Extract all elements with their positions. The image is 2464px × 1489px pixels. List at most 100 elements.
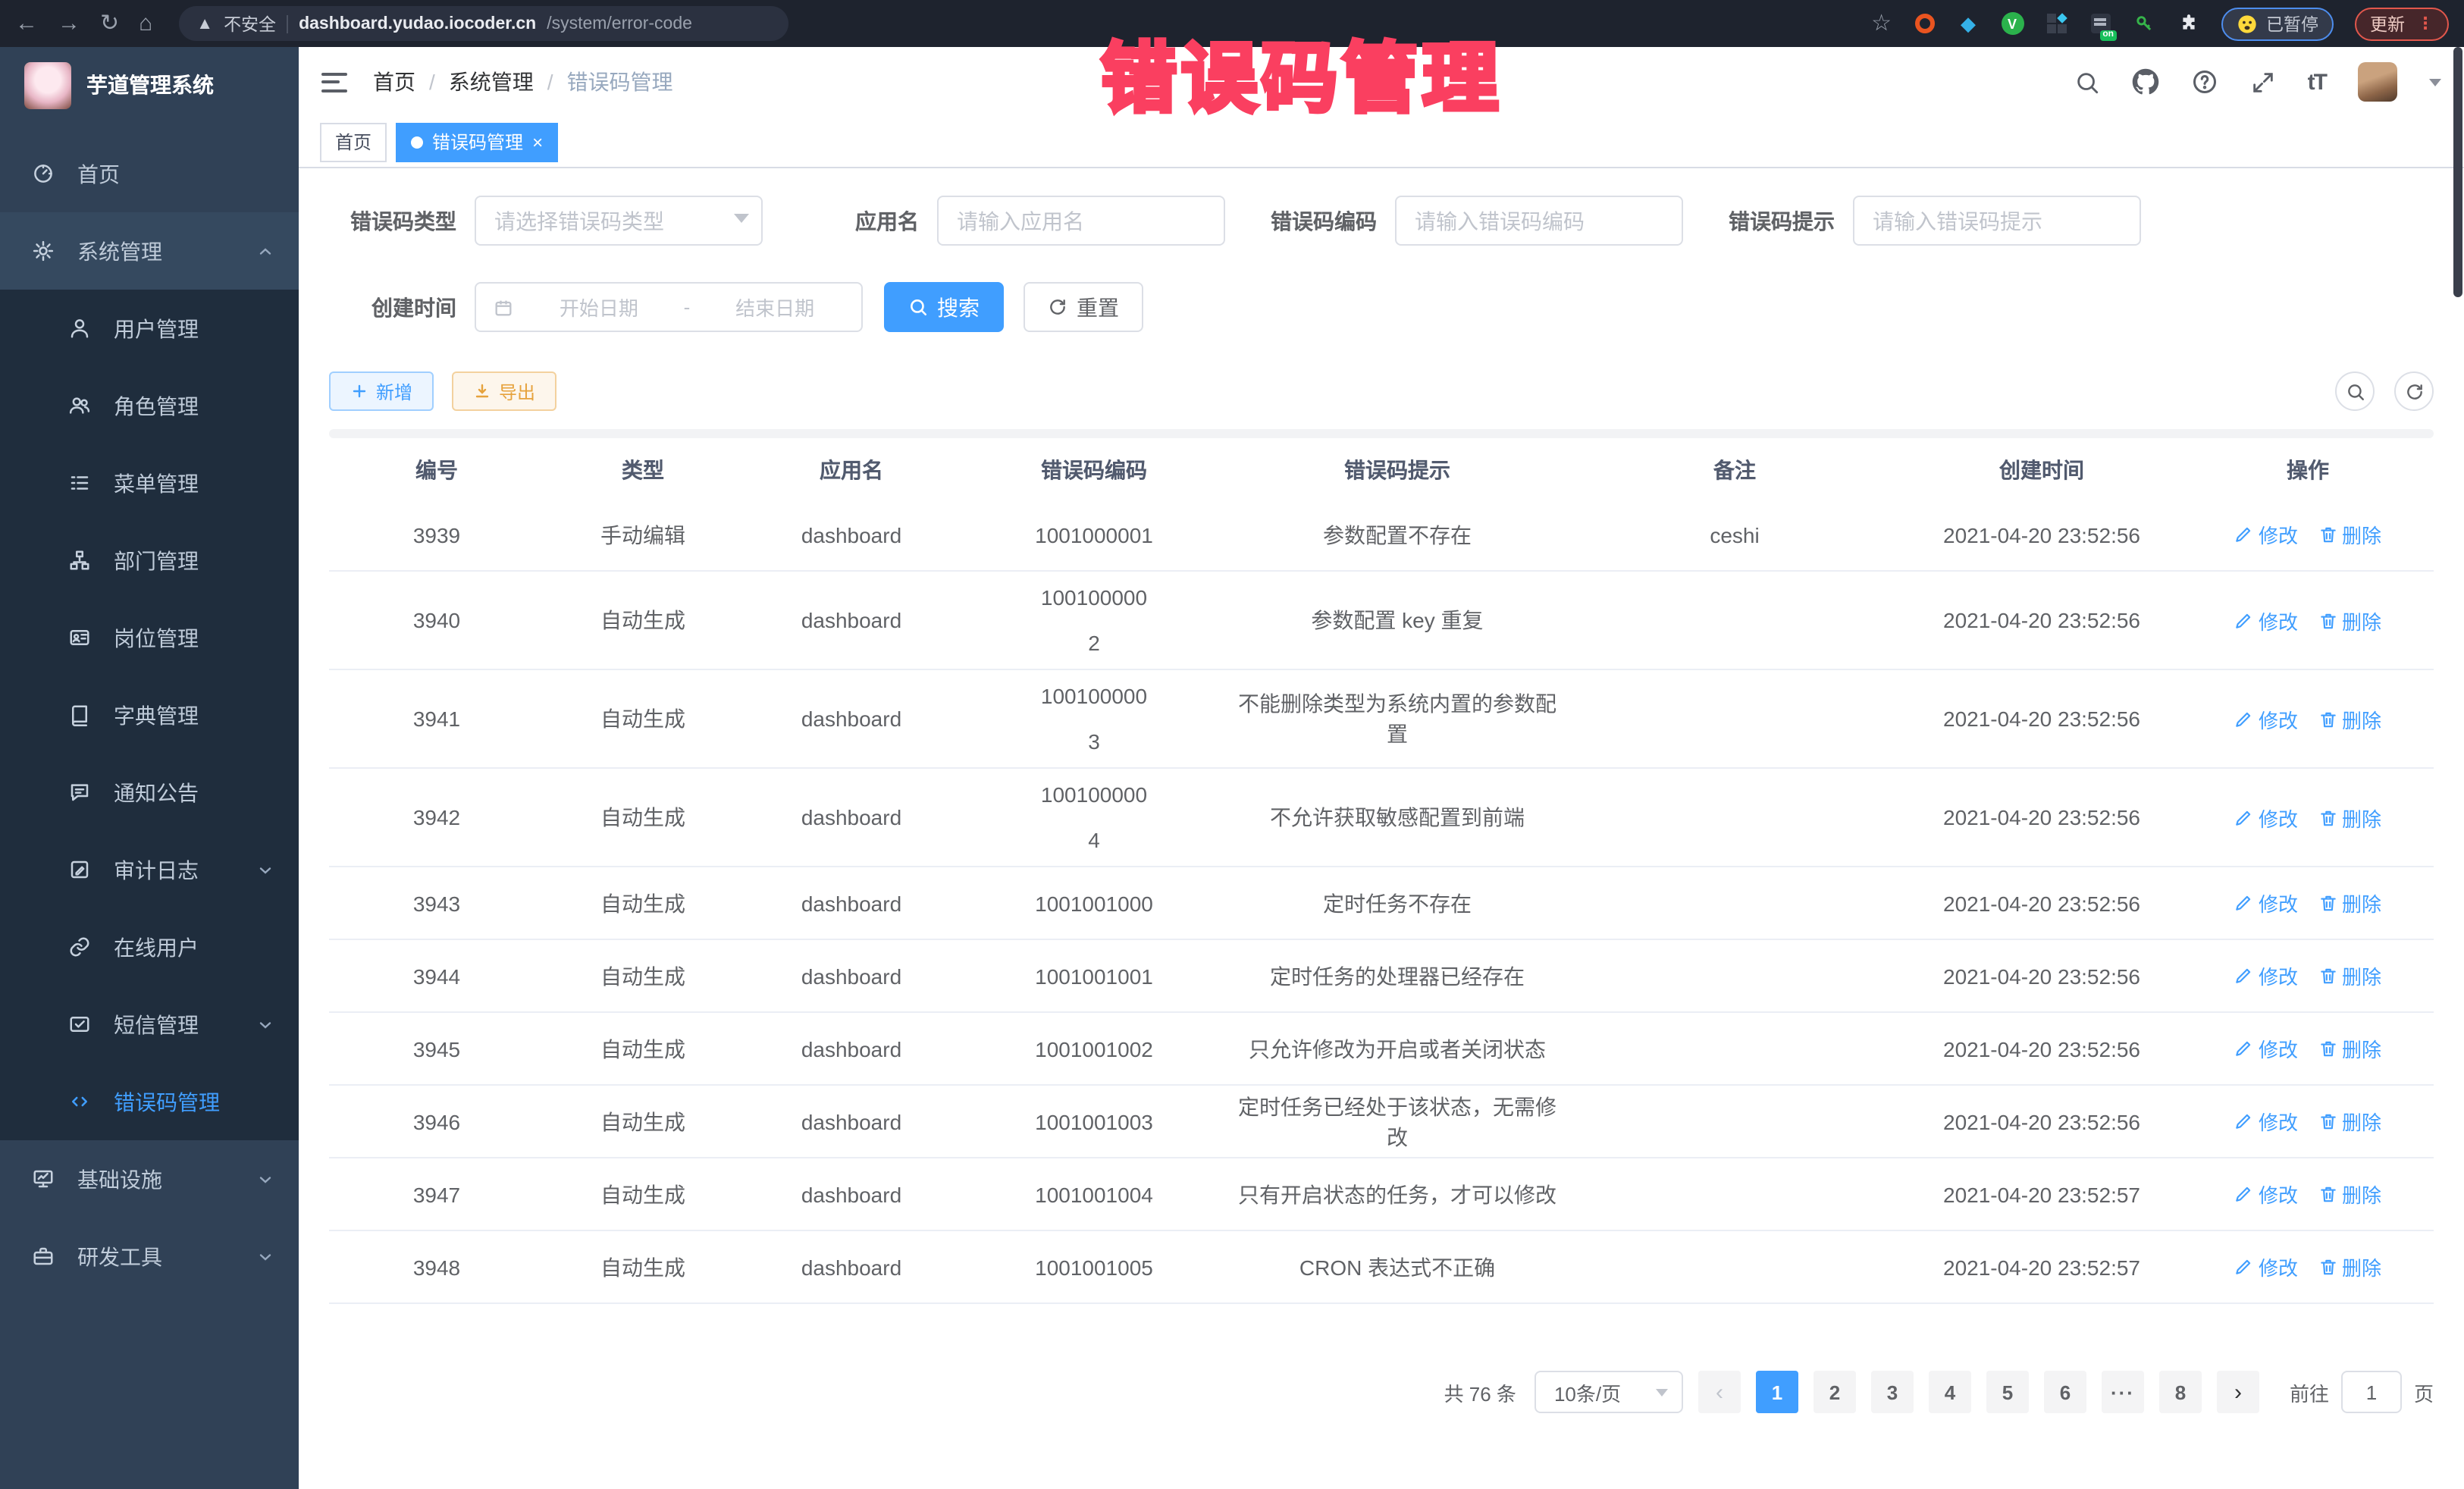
edit-link[interactable]: 修改 <box>2234 606 2298 635</box>
fullscreen-icon[interactable] <box>2250 69 2276 95</box>
search-icon <box>908 297 928 317</box>
app-name-input[interactable] <box>937 196 1225 246</box>
date-range-picker[interactable]: 开始日期 - 结束日期 <box>475 282 863 332</box>
sidebar-item[interactable]: 基础设施 <box>0 1140 299 1218</box>
sidebar-item[interactable]: 字典管理 <box>0 676 299 754</box>
text-size-icon[interactable]: tT <box>2308 69 2326 95</box>
forward-icon[interactable]: → <box>58 12 80 35</box>
delete-link[interactable]: 删除 <box>2318 1034 2381 1063</box>
page-button[interactable]: 4 <box>1929 1371 1971 1413</box>
update-button[interactable]: 更新 ⋮ <box>2355 7 2449 40</box>
tab[interactable]: 首页 <box>320 122 387 161</box>
delete-link[interactable]: 删除 <box>2318 606 2381 635</box>
help-icon[interactable] <box>2191 68 2218 96</box>
kebab-menu-icon[interactable]: ⋮ <box>2417 14 2434 33</box>
delete-link[interactable]: 删除 <box>2318 704 2381 733</box>
user-avatar[interactable] <box>2358 62 2397 102</box>
sidebar-item[interactable]: 岗位管理 <box>0 599 299 676</box>
more-pages-button[interactable]: ··· <box>2102 1371 2144 1413</box>
extension-grid-icon[interactable] <box>2045 12 2067 35</box>
row-app: dashboard <box>741 1255 961 1279</box>
reload-icon[interactable]: ↻ <box>100 12 119 35</box>
error-code-input[interactable] <box>1395 196 1683 246</box>
sidebar-item[interactable]: 错误码管理 <box>0 1063 299 1140</box>
delete-link[interactable]: 删除 <box>2318 1252 2381 1281</box>
user-menu-caret-icon[interactable] <box>2429 78 2441 86</box>
edit-link[interactable]: 修改 <box>2234 889 2298 917</box>
sidebar-item[interactable]: 首页 <box>0 135 299 212</box>
sidebar-item[interactable]: 短信管理 <box>0 986 299 1063</box>
page-scrollbar[interactable] <box>2453 47 2462 297</box>
page-button[interactable]: 8 <box>2159 1371 2202 1413</box>
extension-gem-icon[interactable]: ◆ <box>1957 12 1980 35</box>
chevron-down-icon <box>256 1247 274 1265</box>
show-search-button[interactable] <box>2335 371 2375 411</box>
sidebar-item[interactable]: 审计日志 <box>0 831 299 908</box>
breadcrumb-item[interactable]: 系统管理 <box>449 67 534 97</box>
sidebar-item[interactable]: 部门管理 <box>0 522 299 599</box>
delete-icon <box>2318 893 2337 913</box>
close-icon[interactable]: × <box>532 133 543 151</box>
edit-link[interactable]: 修改 <box>2234 1180 2298 1208</box>
header-search-icon[interactable] <box>2074 69 2100 95</box>
page-button[interactable]: 2 <box>1814 1371 1856 1413</box>
sidebar-item[interactable]: 菜单管理 <box>0 444 299 522</box>
delete-link[interactable]: 删除 <box>2318 803 2381 832</box>
row-actions: 修改删除 <box>2182 606 2434 635</box>
hamburger-icon[interactable] <box>321 72 347 92</box>
edit-link[interactable]: 修改 <box>2234 704 2298 733</box>
bookmark-star-icon[interactable]: ☆ <box>1871 12 1892 35</box>
add-button[interactable]: 新增 <box>329 371 434 411</box>
refresh-table-button[interactable] <box>2394 371 2434 411</box>
page-button[interactable]: 3 <box>1871 1371 1914 1413</box>
address-bar[interactable]: ▲ 不安全 dashboard.yudao.iocoder.cn/system/… <box>178 6 788 41</box>
edit-link[interactable]: 修改 <box>2234 1107 2298 1136</box>
edit-icon <box>2234 807 2254 827</box>
edit-link[interactable]: 修改 <box>2234 520 2298 549</box>
breadcrumb-item[interactable]: 首页 <box>373 67 415 97</box>
table-row: 3947自动生成dashboard1001001004只有开启状态的任务，才可以… <box>329 1158 2434 1231</box>
tab[interactable]: 错误码管理× <box>396 122 558 161</box>
home-icon[interactable]: ⌂ <box>139 12 152 35</box>
edit-link[interactable]: 修改 <box>2234 803 2298 832</box>
extension-puzzle-icon[interactable] <box>2177 12 2199 35</box>
github-icon[interactable] <box>2132 68 2159 96</box>
profile-paused-badge[interactable]: 已暂停 <box>2221 7 2334 40</box>
sidebar-item[interactable]: 通知公告 <box>0 754 299 831</box>
delete-link[interactable]: 删除 <box>2318 961 2381 990</box>
sidebar-item[interactable]: 在线用户 <box>0 908 299 986</box>
back-icon[interactable]: ← <box>15 12 38 35</box>
delete-link[interactable]: 删除 <box>2318 1107 2381 1136</box>
page-button[interactable]: 6 <box>2044 1371 2086 1413</box>
page-button[interactable]: 5 <box>1986 1371 2029 1413</box>
page-button[interactable]: 1 <box>1756 1371 1798 1413</box>
page-size-select[interactable]: 10条/页 <box>1535 1371 1683 1413</box>
error-hint-input[interactable] <box>1853 196 2141 246</box>
delete-link[interactable]: 删除 <box>2318 1180 2381 1208</box>
next-page-button[interactable]: › <box>2217 1371 2259 1413</box>
delete-link[interactable]: 删除 <box>2318 889 2381 917</box>
error-type-label: 错误码类型 <box>329 205 475 236</box>
extension-key-icon[interactable] <box>2133 12 2155 35</box>
extension-green-icon[interactable]: V <box>2001 12 2024 35</box>
delete-link[interactable]: 删除 <box>2318 520 2381 549</box>
error-type-select-input[interactable] <box>475 196 763 246</box>
reset-button[interactable]: 重置 <box>1024 282 1143 332</box>
app-logo[interactable]: 芋道管理系统 <box>0 47 299 123</box>
edit-link[interactable]: 修改 <box>2234 1252 2298 1281</box>
sidebar-item[interactable]: 角色管理 <box>0 367 299 444</box>
extension-orange-icon[interactable] <box>1913 12 1936 35</box>
sidebar-item[interactable]: 用户管理 <box>0 290 299 367</box>
goto-label: 前往 <box>2290 1378 2329 1406</box>
sidebar-item[interactable]: 研发工具 <box>0 1218 299 1295</box>
prev-page-button[interactable]: ‹ <box>1698 1371 1741 1413</box>
search-icon <box>2345 381 2365 401</box>
edit-link[interactable]: 修改 <box>2234 961 2298 990</box>
edit-link[interactable]: 修改 <box>2234 1034 2298 1063</box>
error-type-select[interactable] <box>475 196 763 246</box>
goto-page-input[interactable] <box>2341 1371 2402 1413</box>
sidebar-item[interactable]: 系统管理 <box>0 212 299 290</box>
extension-list-icon[interactable]: on <box>2089 12 2111 35</box>
export-button[interactable]: 导出 <box>452 371 556 411</box>
search-button[interactable]: 搜索 <box>884 282 1004 332</box>
